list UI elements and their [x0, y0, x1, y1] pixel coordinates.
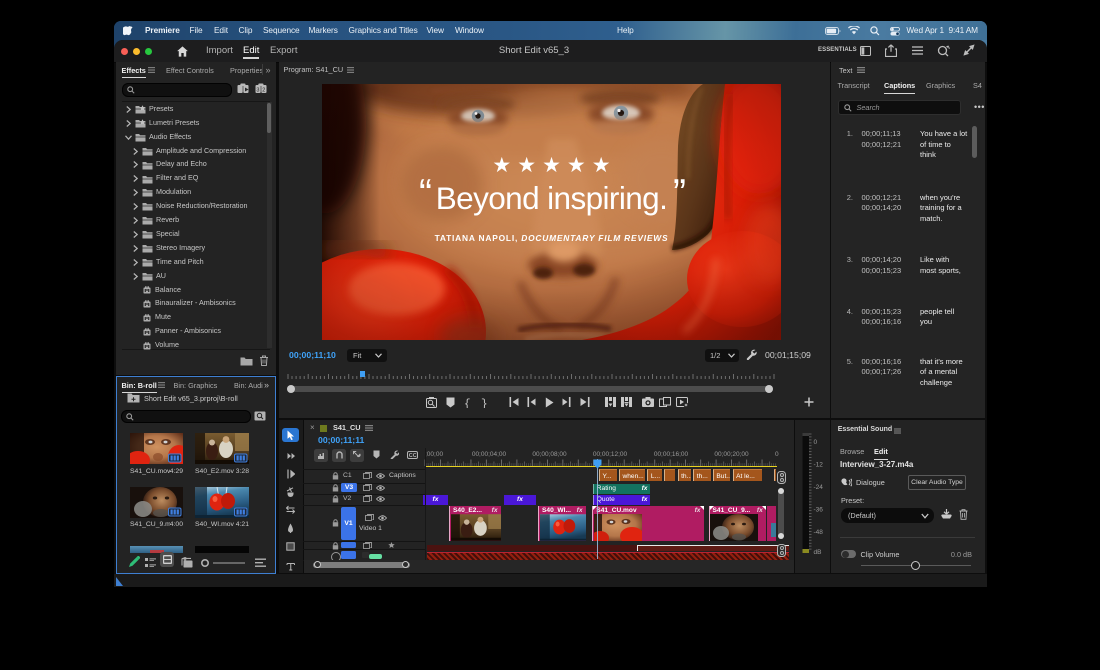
svg-text:▓: ▓ [184, 557, 187, 561]
svg-text:3: 3 [256, 88, 259, 94]
svg-text:dB: dB [814, 549, 822, 556]
svg-text:{: { [464, 398, 471, 408]
svg-text:-48: -48 [814, 529, 824, 536]
svg-text:}: } [481, 398, 488, 408]
svg-text:-12: -12 [814, 462, 824, 469]
svg-text:-24: -24 [814, 484, 824, 491]
svg-text:2: 2 [262, 88, 265, 94]
svg-text:-36: -36 [814, 507, 824, 514]
svg-text:0: 0 [814, 439, 818, 446]
